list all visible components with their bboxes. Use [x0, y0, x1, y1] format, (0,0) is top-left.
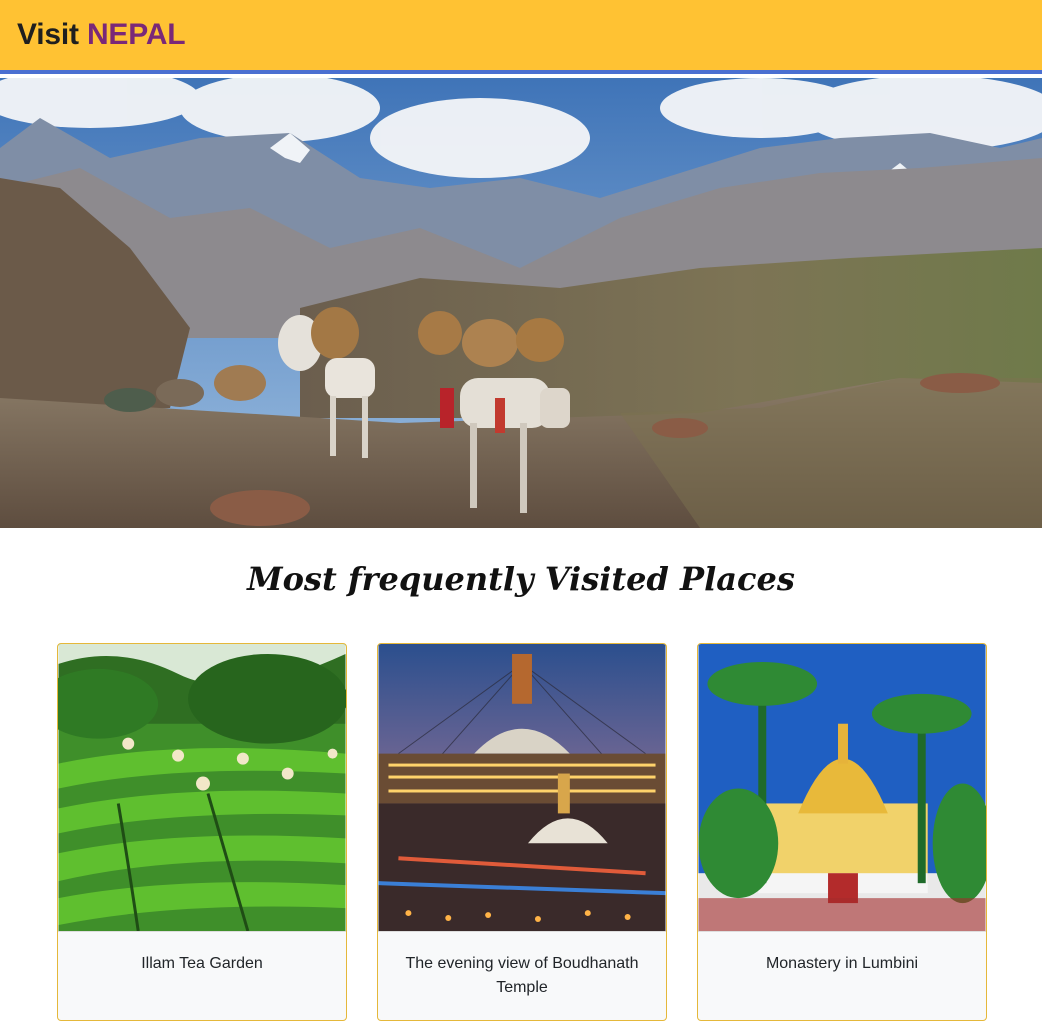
place-card-lumbini[interactable]: Monastery in Lumbini: [697, 643, 987, 1021]
hero-banner: [0, 78, 1042, 528]
brand-logo[interactable]: Visit NEPAL: [17, 18, 186, 51]
tea-garden-image: [58, 644, 346, 932]
boudhanath-stupa-image: [378, 644, 666, 932]
brand-highlight: NEPAL: [86, 18, 186, 51]
card-caption: Monastery in Lumbini: [765, 955, 919, 972]
card-caption: The evening view of Boudhanath Temple: [405, 955, 639, 996]
card-caption: Illam Tea Garden: [141, 955, 263, 972]
navbar: Visit NEPAL: [0, 0, 1042, 74]
hero-image: [0, 78, 1042, 528]
lumbini-monastery-image: [698, 644, 986, 932]
section-title: Most frequently Visited Places: [247, 560, 795, 598]
place-card-illam[interactable]: Illam Tea Garden: [57, 643, 347, 1021]
place-card-boudhanath[interactable]: The evening view of Boudhanath Temple: [377, 643, 667, 1021]
brand-prefix: Visit: [17, 18, 79, 51]
